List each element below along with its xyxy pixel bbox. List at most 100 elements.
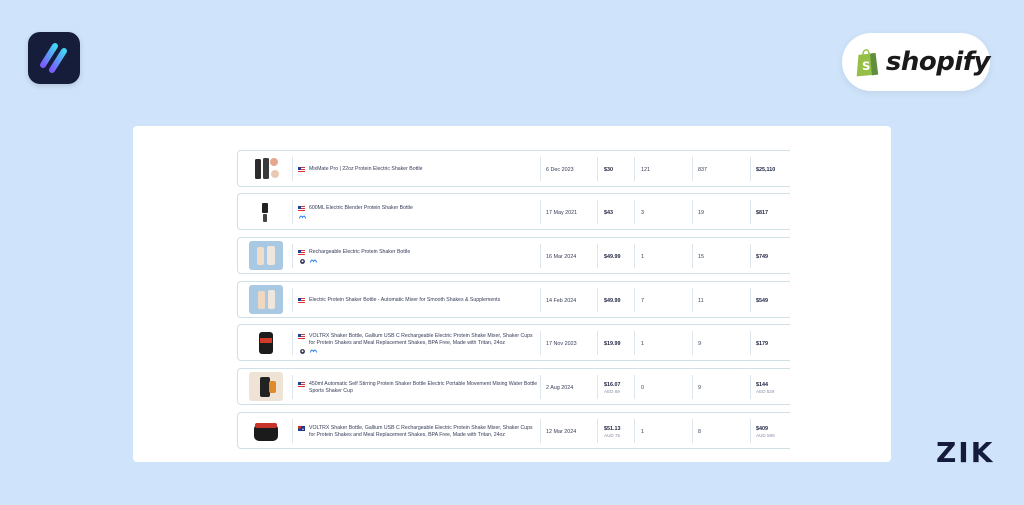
- product-revenue-local: AUD 599: [756, 432, 775, 438]
- product-title[interactable]: VOLTRX Shaker Bottle, Gallium USB C Rech…: [309, 333, 538, 346]
- column-divider: [750, 331, 751, 355]
- us-flag-icon: [298, 334, 305, 340]
- column-divider: [634, 375, 635, 399]
- column-divider: [634, 200, 635, 224]
- meta-icon[interactable]: [310, 259, 317, 264]
- us-flag-icon: [298, 167, 305, 173]
- ad-platform-icons: [299, 215, 538, 220]
- product-revenue: $749: [756, 253, 768, 260]
- product-title-cell: Rechargeable Electric Protein Shaker Bot…: [298, 242, 538, 271]
- product-price: $43: [604, 209, 613, 216]
- product-thumbnail[interactable]: [249, 241, 283, 270]
- product-row[interactable]: Electric Protein Shaker Bottle - Automat…: [237, 281, 790, 318]
- product-revenue: $179: [756, 340, 768, 347]
- column-divider: [634, 419, 635, 443]
- product-metric-1: 3: [641, 209, 644, 216]
- column-divider: [292, 288, 293, 312]
- product-row[interactable]: VOLTRX Shaker Bottle, Gallium USB C Rech…: [237, 412, 790, 449]
- shopify-bag-icon: S: [856, 49, 879, 77]
- slash-logo-icon: [40, 43, 67, 73]
- product-metric-1: 0: [641, 384, 644, 391]
- meta-icon[interactable]: [299, 215, 306, 220]
- shopify-badge: S shopify: [842, 33, 991, 91]
- product-thumbnail[interactable]: [249, 416, 283, 445]
- column-divider: [292, 375, 293, 399]
- app-logo: [28, 32, 80, 84]
- product-date: 6 Dec 2023: [546, 166, 574, 173]
- product-date: 14 Feb 2024: [546, 297, 577, 304]
- column-divider: [540, 331, 541, 355]
- product-date: 2 Aug 2024: [546, 384, 574, 391]
- pinterest-icon[interactable]: [299, 258, 306, 264]
- us-flag-icon: [298, 382, 305, 388]
- product-revenue: $144 AED 529: [756, 381, 775, 394]
- product-price: $19.99: [604, 340, 621, 347]
- product-metric-1: 1: [641, 340, 644, 347]
- zik-logo: ZIK: [936, 436, 995, 469]
- products-panel: MixMate Pro | 22oz Protein Electric Shak…: [133, 126, 891, 462]
- column-divider: [750, 375, 751, 399]
- column-divider: [692, 244, 693, 268]
- product-price: $49.99: [604, 253, 621, 260]
- product-revenue: $549: [756, 297, 768, 304]
- column-divider: [292, 157, 293, 181]
- product-row[interactable]: MixMate Pro | 22oz Protein Electric Shak…: [237, 150, 790, 187]
- product-price: $30: [604, 166, 613, 173]
- column-divider: [540, 288, 541, 312]
- product-title[interactable]: Rechargeable Electric Protein Shaker Bot…: [309, 249, 410, 255]
- column-divider: [750, 244, 751, 268]
- product-title-cell: MixMate Pro | 22oz Protein Electric Shak…: [298, 155, 538, 184]
- au-flag-icon: [298, 426, 305, 432]
- product-title[interactable]: Electric Protein Shaker Bottle - Automat…: [309, 297, 500, 303]
- product-thumbnail[interactable]: [249, 372, 283, 401]
- column-divider: [692, 288, 693, 312]
- column-divider: [692, 157, 693, 181]
- product-title-cell: 600ML Electric Blender Protein Shaker Bo…: [298, 198, 538, 227]
- column-divider: [597, 331, 598, 355]
- shopify-wordmark: shopify: [885, 47, 991, 77]
- us-flag-icon: [298, 250, 305, 256]
- product-title-cell: VOLTRX Shaker Bottle, Gallium USB C Rech…: [298, 417, 538, 446]
- column-divider: [597, 244, 598, 268]
- product-metric-2: 837: [698, 166, 707, 173]
- column-divider: [634, 331, 635, 355]
- product-revenue: $409 AUD 599: [756, 425, 775, 438]
- product-revenue: $817: [756, 209, 768, 216]
- column-divider: [292, 244, 293, 268]
- column-divider: [750, 288, 751, 312]
- column-divider: [597, 200, 598, 224]
- column-divider: [292, 200, 293, 224]
- us-flag-icon: [298, 298, 305, 304]
- product-row[interactable]: 600ML Electric Blender Protein Shaker Bo…: [237, 193, 790, 230]
- product-thumbnail[interactable]: [249, 285, 283, 314]
- product-price: $49.99: [604, 297, 621, 304]
- product-title[interactable]: VOLTRX Shaker Bottle, Gallium USB C Rech…: [309, 425, 538, 438]
- product-title[interactable]: MixMate Pro | 22oz Protein Electric Shak…: [309, 166, 423, 172]
- product-title[interactable]: 600ML Electric Blender Protein Shaker Bo…: [309, 205, 413, 211]
- product-row[interactable]: Rechargeable Electric Protein Shaker Bot…: [237, 237, 790, 274]
- product-price: $51.13 AUD 75: [604, 425, 621, 438]
- product-row[interactable]: 450ml Automatic Self Stirring Protein Sh…: [237, 368, 790, 405]
- column-divider: [540, 244, 541, 268]
- product-title-cell: VOLTRX Shaker Bottle, Gallium USB C Rech…: [298, 329, 538, 358]
- column-divider: [692, 419, 693, 443]
- pinterest-icon[interactable]: [299, 349, 306, 354]
- product-date: 16 Mar 2024: [546, 253, 577, 260]
- svg-text:S: S: [862, 59, 870, 73]
- column-divider: [692, 331, 693, 355]
- column-divider: [597, 157, 598, 181]
- column-divider: [292, 331, 293, 355]
- product-title-cell: Electric Protein Shaker Bottle - Automat…: [298, 286, 538, 315]
- product-thumbnail[interactable]: [249, 197, 283, 226]
- product-title[interactable]: 450ml Automatic Self Stirring Protein Sh…: [309, 381, 538, 394]
- product-thumbnail[interactable]: [249, 154, 283, 183]
- product-metric-1: 1: [641, 253, 644, 260]
- column-divider: [750, 157, 751, 181]
- column-divider: [692, 375, 693, 399]
- column-divider: [540, 157, 541, 181]
- product-row[interactable]: VOLTRX Shaker Bottle, Gallium USB C Rech…: [237, 324, 790, 361]
- meta-icon[interactable]: [310, 349, 317, 354]
- ad-platform-icons: [299, 258, 538, 264]
- product-thumbnail[interactable]: [249, 328, 283, 357]
- column-divider: [634, 288, 635, 312]
